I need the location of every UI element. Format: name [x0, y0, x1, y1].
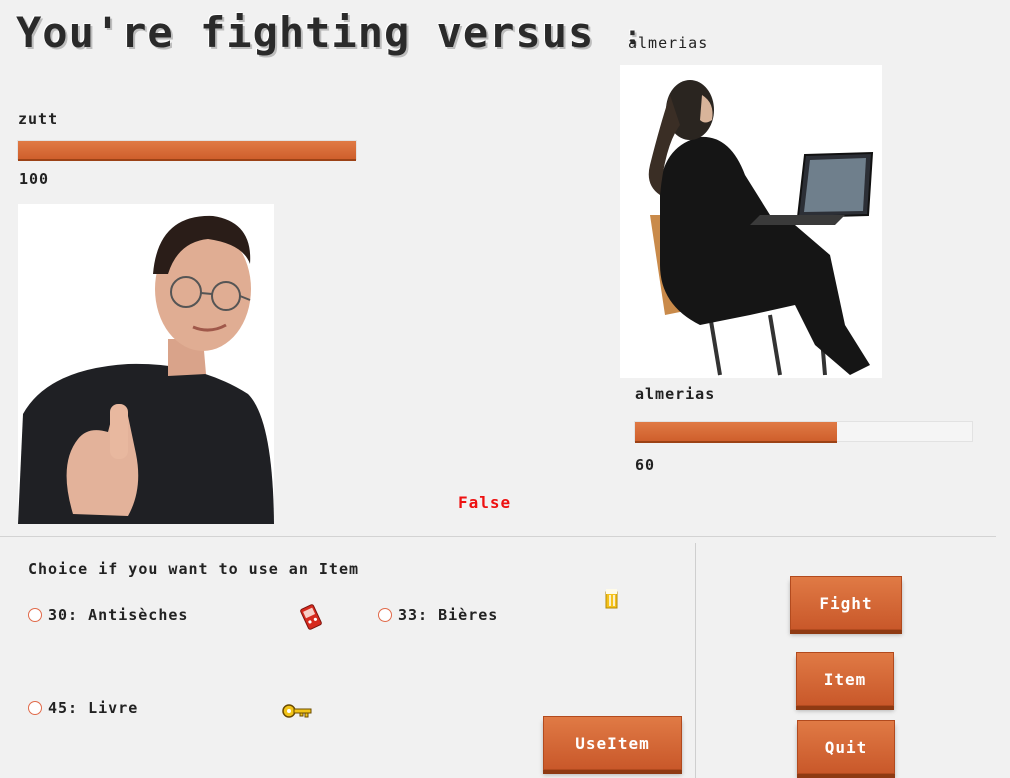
item-radio[interactable]: [28, 701, 42, 715]
opponent-portrait-image: [620, 65, 882, 378]
key-icon: [281, 701, 313, 721]
player-portrait: [18, 204, 274, 524]
player-name: zutt: [18, 110, 59, 128]
beer-icon: [604, 586, 620, 610]
opponent-hp-fill: [635, 422, 838, 441]
page-title: You're fighting versus :: [16, 8, 641, 57]
use-item-button[interactable]: UseItem: [543, 716, 682, 770]
player-portrait-image: [18, 204, 274, 524]
quit-button[interactable]: Quit: [797, 720, 895, 774]
red-gameboy-icon: [298, 603, 324, 631]
item-button[interactable]: Item: [796, 652, 894, 706]
item-option-livre[interactable]: 45: Livre: [28, 699, 138, 717]
item-option-bieres[interactable]: 33: Bières: [378, 606, 498, 624]
title-text: You're fighting versus: [16, 8, 595, 57]
player-hp-fill: [18, 141, 356, 159]
item-prompt: Choice if you want to use an Item: [28, 560, 360, 578]
section-divider: [0, 536, 996, 537]
fight-button[interactable]: Fight: [790, 576, 902, 630]
opponent-hp-value: 60: [635, 456, 656, 474]
player-hp-bar: [17, 140, 357, 160]
opponent-hp-bar: [634, 421, 973, 442]
status-text: False: [458, 493, 512, 512]
item-label: 30: Antisèches: [48, 606, 189, 624]
opponent-portrait: [620, 65, 882, 378]
player-hp-value: 100: [19, 170, 50, 188]
vertical-divider: [695, 543, 696, 778]
item-option-antiseches[interactable]: 30: Antisèches: [28, 606, 188, 624]
opponent-name: almerias: [635, 385, 716, 403]
item-radio[interactable]: [378, 608, 392, 622]
item-label: 45: Livre: [48, 699, 139, 717]
opponent-name-heading: almerias: [628, 34, 709, 52]
item-radio[interactable]: [28, 608, 42, 622]
item-label: 33: Bières: [398, 606, 499, 624]
